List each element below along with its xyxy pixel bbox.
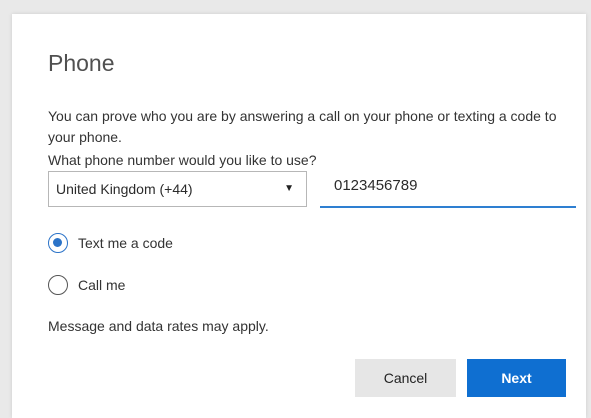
radio-selected-icon[interactable]: [48, 233, 68, 253]
next-button[interactable]: Next: [467, 359, 566, 397]
option-call-me-label: Call me: [78, 277, 126, 293]
cancel-button[interactable]: Cancel: [355, 359, 456, 397]
chevron-down-icon: ▼: [284, 183, 294, 194]
option-text-me-a-code-label: Text me a code: [78, 235, 173, 251]
option-text-me-a-code[interactable]: Text me a code: [48, 233, 173, 253]
option-call-me[interactable]: Call me: [48, 275, 125, 295]
rates-disclaimer: Message and data rates may apply.: [48, 318, 269, 334]
phone-question-label: What phone number would you like to use?: [48, 152, 317, 168]
dialog-description: You can prove who you are by answering a…: [48, 108, 557, 145]
phone-verification-dialog: Phone You can prove who you are by answe…: [12, 14, 586, 418]
country-code-selected-value: United Kingdom (+44): [56, 181, 193, 197]
radio-unselected-icon[interactable]: [48, 275, 68, 295]
phone-number-input[interactable]: [320, 171, 576, 208]
country-code-select[interactable]: United Kingdom (+44) ▼: [48, 171, 307, 207]
dialog-title: Phone: [48, 50, 115, 76]
